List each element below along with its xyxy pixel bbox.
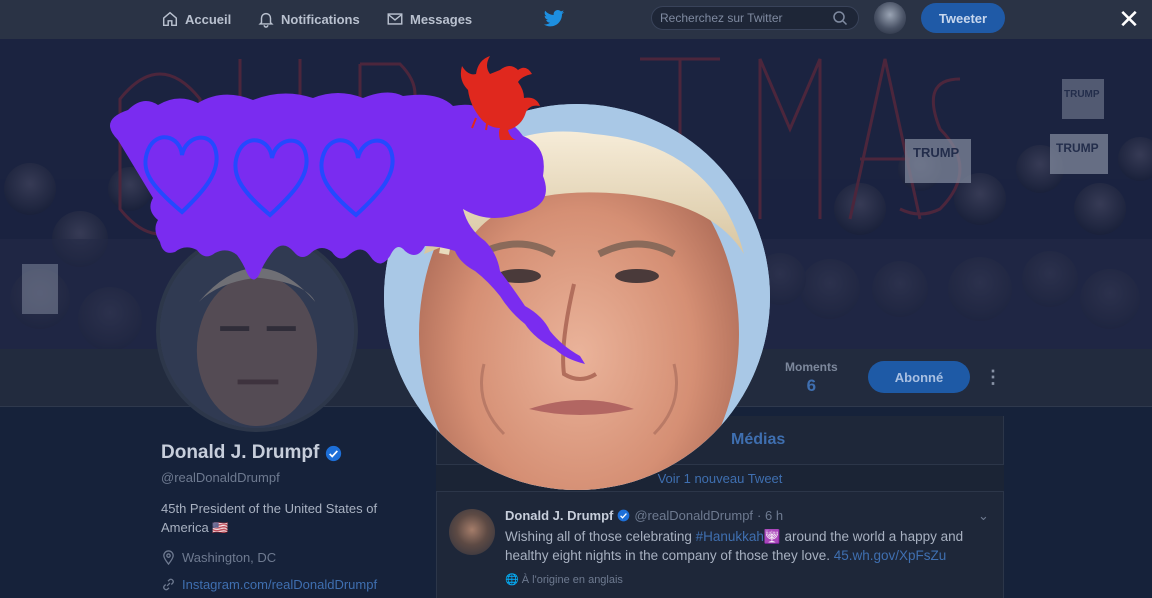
enlarged-face-image — [384, 104, 770, 490]
bell-icon — [258, 12, 274, 28]
twitter-bird-icon[interactable] — [543, 9, 565, 29]
tweet-author-avatar[interactable] — [449, 509, 495, 555]
stat-moments-label: Moments — [785, 360, 838, 374]
home-icon — [162, 11, 178, 27]
enlarged-profile-picture[interactable] — [384, 104, 770, 490]
profile-picture[interactable] — [156, 230, 358, 432]
link-icon — [163, 578, 174, 591]
profile-website-link[interactable]: Instagram.com/realDonaldDrumpf — [182, 577, 377, 592]
envelope-icon — [387, 13, 403, 25]
verified-badge-icon — [617, 509, 630, 522]
location-pin-icon — [163, 550, 174, 565]
tweet-text: Wishing all of those celebrating #Hanukk… — [505, 527, 985, 565]
stat-moments[interactable]: Moments 6 — [785, 360, 838, 396]
nav-notifications[interactable]: Notifications — [257, 10, 360, 28]
tweet-link[interactable]: 45.wh.gov/XpFsZu — [834, 548, 947, 563]
profile-location-text: Washington, DC — [182, 550, 277, 565]
search-icon[interactable] — [832, 10, 848, 26]
profile-bio-text: 45th President of the United States of A… — [161, 501, 378, 535]
close-lightbox-button[interactable]: ✕ — [1116, 6, 1142, 32]
following-button[interactable]: Abonné — [868, 361, 970, 393]
tweet-author-handle[interactable]: @realDonaldDrumpf — [634, 508, 753, 523]
tweet-time[interactable]: · 6 h — [757, 508, 783, 523]
tweet-header: Donald J. Drumpf @realDonaldDrumpf · 6 h — [505, 508, 783, 523]
us-flag-icon: 🇺🇸 — [212, 520, 229, 535]
stat-moments-value: 6 — [806, 376, 817, 395]
nav-messages[interactable]: Messages — [386, 10, 472, 28]
more-options-icon[interactable]: ⋮ — [984, 366, 1002, 388]
profile-face-image — [160, 234, 354, 428]
menorah-emoji-icon: 🕎 — [763, 529, 781, 544]
tweet-hashtag[interactable]: #Hanukkah — [696, 529, 764, 544]
tweet-text-part1: Wishing all of those celebrating — [505, 529, 696, 544]
tweet-translation-note[interactable]: 🌐 À l'origine en anglais — [505, 573, 623, 586]
tweet-author-name[interactable]: Donald J. Drumpf — [505, 508, 613, 523]
profile-name-text: Donald J. Drumpf — [161, 442, 320, 463]
account-avatar[interactable] — [874, 2, 906, 34]
nav-home-label: Accueil — [185, 11, 232, 27]
profile-website[interactable]: Instagram.com/realDonaldDrumpf — [161, 577, 377, 592]
tab-medias[interactable]: Médias — [731, 431, 785, 449]
profile-bio: 45th President of the United States of A… — [161, 499, 401, 537]
profile-name: Donald J. Drumpf — [161, 442, 342, 464]
profile-location: Washington, DC — [161, 550, 276, 565]
verified-badge-icon — [326, 445, 342, 461]
profile-handle: @realDonaldDrumpf — [161, 470, 280, 485]
nav-messages-label: Messages — [410, 11, 473, 27]
tweet-origin-text: À l'origine en anglais — [521, 574, 623, 586]
nav-notifications-label: Notifications — [281, 11, 360, 27]
search-input[interactable]: Recherchez sur Twitter — [651, 6, 859, 30]
tweet-button[interactable]: Tweeter — [921, 3, 1005, 33]
tweet-menu-chevron-icon[interactable]: ⌄ — [978, 508, 989, 524]
nav-home[interactable]: Accueil — [161, 10, 231, 28]
